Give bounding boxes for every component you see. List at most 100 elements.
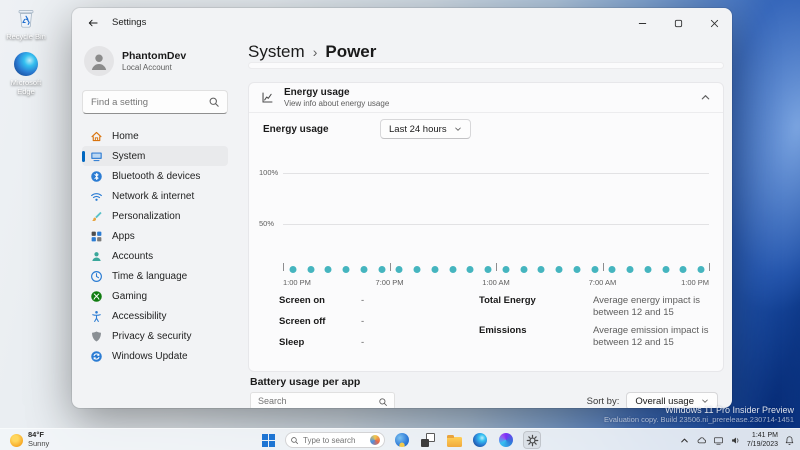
volume-icon[interactable] <box>730 435 741 446</box>
stat-label: Screen off <box>279 315 326 327</box>
start-button[interactable] <box>259 431 277 449</box>
energy-usage-header[interactable]: Energy usage View info about energy usag… <box>249 83 723 113</box>
sidebar-item-label: Network & internet <box>112 190 195 202</box>
sidebar-item-system[interactable]: System <box>82 146 228 166</box>
chart-plot: 1:00 PM 7:00 PM 1:00 AM 7:00 AM 1:00 PM <box>283 173 710 287</box>
account-info[interactable]: PhantomDev Local Account <box>82 42 228 80</box>
stat-value: Average energy impact is between 12 and … <box>593 295 701 318</box>
chart-dot <box>608 266 616 274</box>
sidebar-item-accessibility[interactable]: Accessibility <box>82 306 228 326</box>
find-setting-box <box>82 90 228 114</box>
minimize-button[interactable] <box>624 8 660 38</box>
sidebar-item-gaming[interactable]: Gaming <box>82 286 228 306</box>
windows-logo-icon <box>261 433 275 447</box>
sidebar-item-label: Apps <box>112 230 135 242</box>
settings-window: Settings PhantomDev Local Account Home Sy… <box>72 8 732 408</box>
settings-taskbar-button[interactable] <box>523 431 541 449</box>
sidebar-item-network-internet[interactable]: Network & internet <box>82 186 228 206</box>
chevron-down-icon <box>454 125 462 133</box>
copilot-icon <box>395 433 409 447</box>
collapse-chevron-icon[interactable] <box>700 92 711 103</box>
chart-dot <box>324 266 332 274</box>
maximize-button[interactable] <box>660 8 696 38</box>
sidebar: PhantomDev Local Account Home System Bluet… <box>72 38 238 408</box>
back-button[interactable] <box>82 13 104 33</box>
chart-dot <box>537 266 545 274</box>
task-view-icon <box>421 433 435 447</box>
taskbar: 84°F Sunny 1:41 PM 7/19/2023 <box>0 428 800 450</box>
onedrive-icon[interactable] <box>696 435 707 446</box>
sidebar-item-personalization[interactable]: Personalization <box>82 206 228 226</box>
edge-icon <box>14 52 38 76</box>
stat-value: - <box>361 295 365 306</box>
tick-mark <box>709 263 710 271</box>
content-pane: System › Power Energy usage View info ab… <box>248 38 724 408</box>
x-axis-label: 1:00 PM <box>283 278 311 287</box>
edge-icon <box>473 433 487 447</box>
sidebar-item-bluetooth-devices[interactable]: Bluetooth & devices <box>82 166 228 186</box>
battery-usage-title: Battery usage per app <box>250 376 361 388</box>
search-icon <box>290 436 299 445</box>
chart-dot <box>431 266 439 274</box>
close-icon <box>710 19 719 28</box>
file-explorer-button[interactable] <box>445 431 463 449</box>
sidebar-item-time-language[interactable]: Time & language <box>82 266 228 286</box>
tick-mark <box>602 263 604 271</box>
tick-mark <box>283 263 284 271</box>
chart-dot <box>626 266 634 274</box>
stat-value: Average emission impact is between 12 an… <box>593 324 709 348</box>
energy-stats-left: Screen on - Screen off - Sleep - <box>279 295 471 358</box>
sidebar-item-home[interactable]: Home <box>82 126 228 146</box>
desktop-icon-recycle-bin[interactable]: Recycle Bin <box>4 6 48 41</box>
clock[interactable]: 1:41 PM 7/19/2023 <box>747 431 778 449</box>
weather-condition: Sunny <box>28 439 50 448</box>
network-tray-icon[interactable] <box>713 435 724 446</box>
network-icon <box>90 190 103 203</box>
desktop-icon-label: Microsoft Edge <box>10 78 42 96</box>
energy-chart-icon <box>261 91 274 104</box>
sidebar-item-label: System <box>112 150 146 162</box>
desktop-icon-microsoft-edge[interactable]: Microsoft Edge <box>4 52 48 96</box>
energy-usage-row: Energy usage Last 24 hours <box>263 119 709 139</box>
tick-mark <box>496 263 497 271</box>
y-axis-label: 100% <box>259 168 279 177</box>
card-subtitle: View info about energy usage <box>284 99 390 108</box>
battery-search-input[interactable] <box>258 393 373 408</box>
account-type: Local Account <box>122 63 172 72</box>
chart-dot <box>697 266 705 274</box>
x-axis-label: 7:00 AM <box>588 278 617 287</box>
chart-dot <box>395 266 403 274</box>
sidebar-item-windows-update[interactable]: Windows Update <box>82 346 228 366</box>
sidebar-item-privacy-security[interactable]: Privacy & security <box>82 326 228 346</box>
sidebar-item-label: Accounts <box>112 250 154 262</box>
watermark-line2: Evaluation copy. Build 23506.ni_prerelea… <box>603 415 794 424</box>
task-view-button[interactable] <box>419 431 437 449</box>
close-button[interactable] <box>696 8 732 38</box>
x-axis-label: 7:00 PM <box>375 278 404 287</box>
browser-app-button[interactable] <box>497 431 515 449</box>
chart-dot <box>644 266 652 274</box>
edge-taskbar-button[interactable] <box>471 431 489 449</box>
stat-value: - <box>361 336 365 348</box>
x-axis-label: 1:00 AM <box>482 278 510 287</box>
find-setting-input[interactable] <box>91 91 201 113</box>
taskbar-search[interactable] <box>285 432 385 448</box>
gear-icon <box>526 434 539 447</box>
tray-chevron-icon[interactable] <box>679 435 690 446</box>
watermark-line1: Windows 11 Pro Insider Preview <box>665 405 794 415</box>
copilot-button[interactable] <box>393 431 411 449</box>
chart-dot <box>378 266 385 274</box>
energy-usage-label: Energy usage <box>263 124 329 135</box>
taskbar-search-input[interactable] <box>303 435 366 445</box>
breadcrumb-separator: › <box>312 44 318 60</box>
sidebar-item-apps[interactable]: Apps <box>82 226 228 246</box>
weather-widget[interactable]: 84°F Sunny <box>6 429 53 450</box>
page-title: Power <box>325 42 377 61</box>
time-range-value: Last 24 hours <box>389 123 447 135</box>
notifications-bell-icon[interactable] <box>784 435 795 446</box>
bluetooth-icon <box>90 170 103 183</box>
sidebar-item-accounts[interactable]: Accounts <box>82 246 228 266</box>
stat-label: Screen on <box>279 295 325 306</box>
breadcrumb-system[interactable]: System <box>248 42 305 62</box>
time-range-dropdown[interactable]: Last 24 hours <box>380 119 471 139</box>
